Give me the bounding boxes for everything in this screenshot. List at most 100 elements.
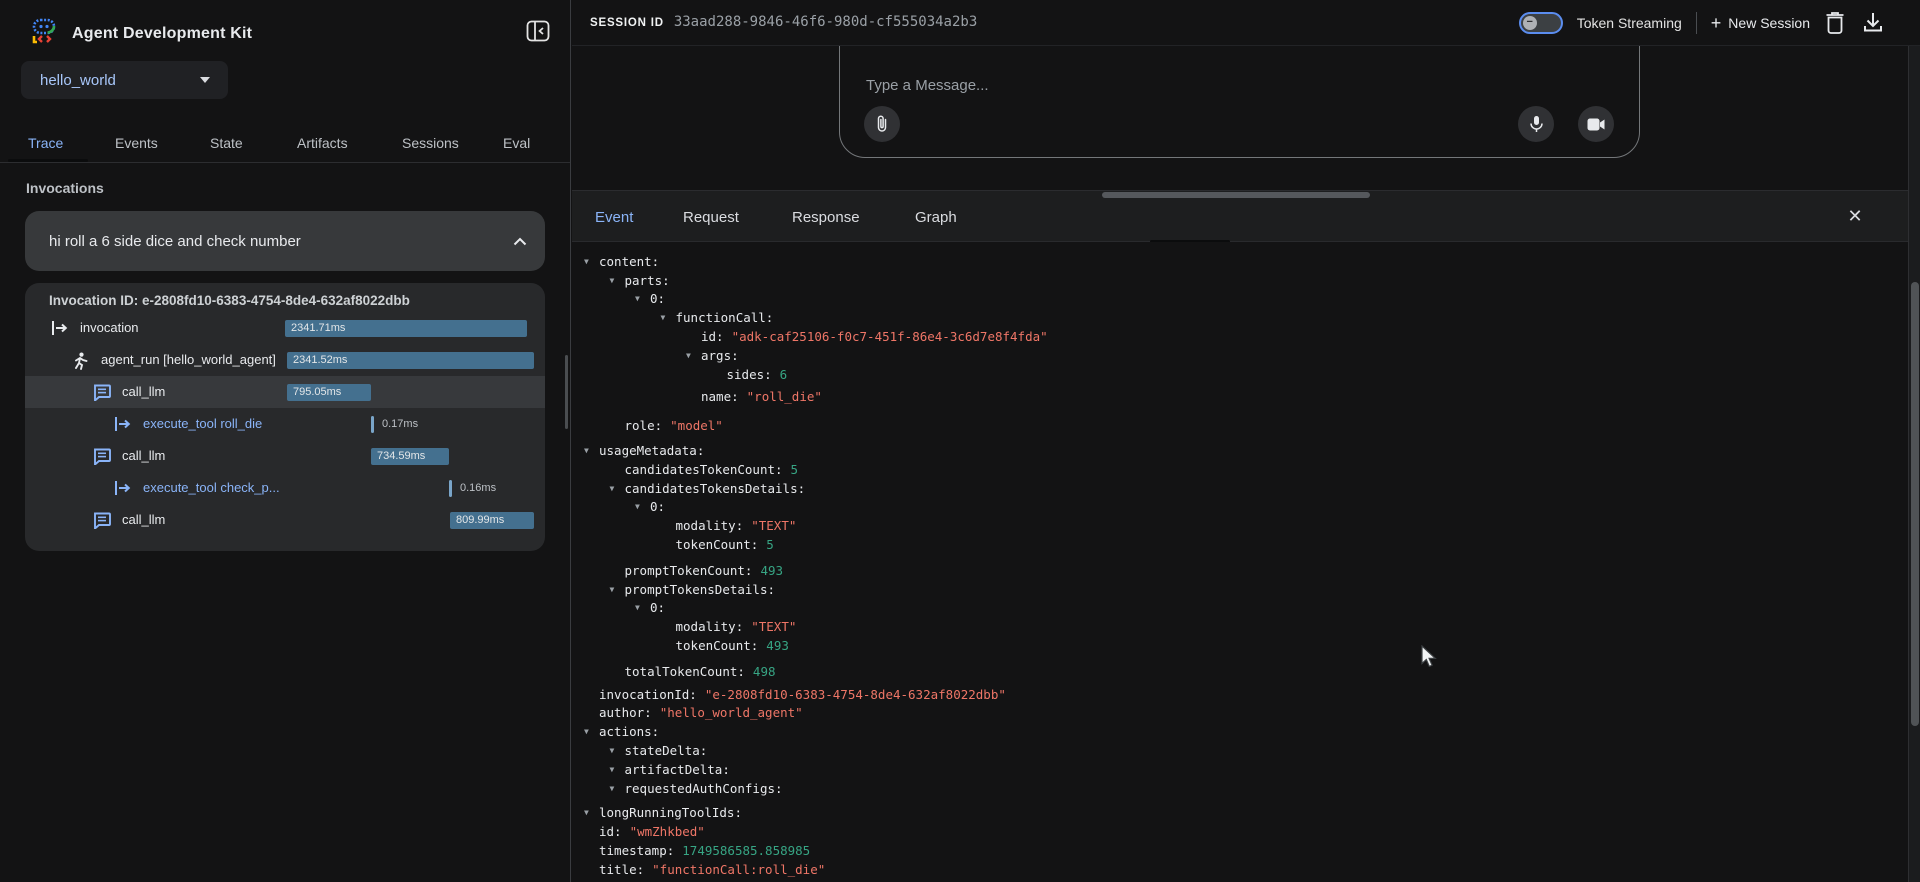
expand-toggle-icon[interactable]: ▼ (584, 446, 589, 455)
sidebar-scrollbar[interactable] (565, 355, 568, 429)
expand-toggle-icon[interactable]: ▼ (584, 257, 589, 266)
session-id-value: 33aad288-9846-46f6-980d-cf555034a2b3 (674, 14, 977, 30)
detail-tab-request[interactable]: Request (683, 203, 739, 233)
expand-toggle-icon[interactable]: ▼ (610, 784, 615, 793)
token-streaming-toggle[interactable]: − (1519, 12, 1563, 34)
expand-toggle-icon[interactable]: ▼ (610, 484, 615, 493)
trace-span-call_llm[interactable]: call_llm795.05ms (25, 376, 545, 408)
trace-span-invocation[interactable]: invocation2341.71ms (25, 312, 545, 344)
json-value: "model" (670, 418, 723, 433)
trace-span-call_llm[interactable]: call_llm734.59ms (25, 440, 545, 472)
json-line: ▼0: (572, 290, 1908, 309)
json-key: artifactDelta: (625, 762, 730, 777)
chevron-up-icon[interactable] (513, 233, 527, 251)
json-key: promptTokenCount: (625, 563, 753, 578)
trace-panel: Invocation ID: e-2808fd10-6383-4754-8de4… (25, 283, 545, 551)
json-key: args: (701, 348, 739, 363)
trace-span-execute_tool[interactable]: execute_tool check_p...0.16ms (25, 472, 545, 504)
json-line: ▼0: (572, 498, 1908, 517)
collapse-sidebar-icon[interactable] (526, 20, 550, 42)
json-key: totalTokenCount: (625, 664, 745, 679)
detail-tab-event[interactable]: Event (595, 203, 633, 233)
detail-tab-response[interactable]: Response (792, 203, 860, 233)
agent-run-icon (72, 352, 90, 368)
agent-select-dropdown[interactable]: hello_world (21, 61, 228, 99)
detail-tab-graph[interactable]: Graph (915, 203, 957, 233)
new-session-label: New Session (1728, 15, 1810, 31)
delete-session-button[interactable] (1824, 11, 1848, 35)
header-divider (1696, 12, 1697, 34)
adk-app-window: Agent Development Kit hello_world Trace E… (0, 0, 1920, 882)
json-line: title:"functionCall:roll_die" (572, 860, 1908, 879)
trace-span-call_llm[interactable]: call_llm809.99ms (25, 504, 545, 536)
span-label: invocation (80, 320, 139, 335)
horizontal-scrollbar[interactable] (1102, 192, 1370, 198)
json-value: 493 (766, 638, 789, 653)
json-value: 5 (766, 537, 774, 552)
json-line: ▼0: (572, 599, 1908, 618)
token-streaming-label: Token Streaming (1577, 15, 1682, 31)
trace-span-agent_run[interactable]: agent_run [hello_world_agent] 2341.52ms (25, 344, 545, 376)
sidebar-tab-trace[interactable]: Trace (28, 127, 63, 160)
json-key: id: (701, 329, 724, 344)
span-duration-bar: 2341.52ms (287, 352, 534, 369)
export-session-button[interactable] (1862, 11, 1886, 35)
expand-toggle-icon[interactable]: ▼ (686, 351, 691, 360)
trash-icon (1824, 11, 1846, 35)
expand-toggle-icon[interactable]: ▼ (610, 746, 615, 755)
expand-toggle-icon[interactable]: ▼ (635, 603, 640, 612)
message-input[interactable]: Type a Message... (866, 77, 989, 94)
video-button[interactable] (1578, 106, 1614, 142)
json-line: ▼candidatesTokensDetails: (572, 479, 1908, 498)
sidebar-tab-artifacts[interactable]: Artifacts (297, 127, 348, 160)
event-json-viewer: ▼content:▼parts:▼0:▼functionCall:id:"adk… (572, 242, 1908, 882)
json-value: "TEXT" (751, 518, 796, 533)
json-value: 493 (760, 563, 783, 578)
vertical-scrollbar-thumb[interactable] (1911, 282, 1919, 726)
expand-toggle-icon[interactable]: ▼ (610, 585, 615, 594)
json-key: title: (599, 862, 644, 877)
expand-toggle-icon[interactable]: ▼ (635, 294, 640, 303)
json-line: ▼content: (572, 252, 1908, 271)
invocations-heading: Invocations (26, 180, 104, 196)
invocation-accordion-header[interactable]: hi roll a 6 side dice and check number (25, 211, 545, 271)
json-key: actions: (599, 724, 659, 739)
sidebar-tab-sessions[interactable]: Sessions (402, 127, 459, 160)
plus-icon: + (1711, 16, 1722, 30)
expand-toggle-icon[interactable]: ▼ (610, 765, 615, 774)
json-line: timestamp:1749586585.858985 (572, 841, 1908, 860)
app-header: Agent Development Kit (30, 18, 252, 50)
json-line: id:"wmZhkbed" (572, 822, 1908, 841)
sidebar-tab-events[interactable]: Events (115, 127, 158, 160)
expand-toggle-icon[interactable]: ▼ (584, 808, 589, 817)
json-key: id: (599, 824, 622, 839)
span-duration-bar: 734.59ms (371, 448, 449, 465)
sidebar-tab-state[interactable]: State (210, 127, 243, 160)
app-title: Agent Development Kit (72, 25, 252, 43)
json-line: invocationId:"e-2808fd10-6383-4754-8de4-… (572, 685, 1908, 704)
expand-toggle-icon[interactable]: ▼ (610, 276, 615, 285)
json-line: candidatesTokenCount:5 (572, 460, 1908, 479)
main-panel: Type a Message... (572, 0, 1920, 882)
json-line: ▼functionCall: (572, 308, 1908, 327)
json-value: 5 (791, 462, 799, 477)
attach-file-button[interactable] (864, 106, 900, 142)
span-label: agent_run [hello_world_agent] (101, 352, 276, 367)
new-session-button[interactable]: + New Session (1711, 15, 1810, 31)
tab-divider (0, 162, 570, 163)
json-key: stateDelta: (625, 743, 708, 758)
expand-toggle-icon[interactable]: ▼ (661, 313, 666, 322)
span-duration-label: 0.16ms (460, 482, 496, 494)
close-icon[interactable]: ✕ (1842, 203, 1868, 229)
json-line: ▼ artifactDelta: (572, 760, 1908, 779)
expand-toggle-icon[interactable]: ▼ (635, 502, 640, 511)
json-line: role:"model" (572, 416, 1908, 435)
trace-span-execute_tool[interactable]: execute_tool roll_die0.17ms (25, 408, 545, 440)
expand-toggle-icon[interactable]: ▼ (584, 727, 589, 736)
sidebar-tab-eval[interactable]: Eval (503, 127, 530, 160)
paperclip-icon (874, 115, 890, 133)
microphone-button[interactable] (1518, 106, 1554, 142)
agent-select-value: hello_world (40, 72, 116, 89)
chat-bubble-icon (93, 384, 111, 400)
json-line: ▼ stateDelta: (572, 741, 1908, 760)
